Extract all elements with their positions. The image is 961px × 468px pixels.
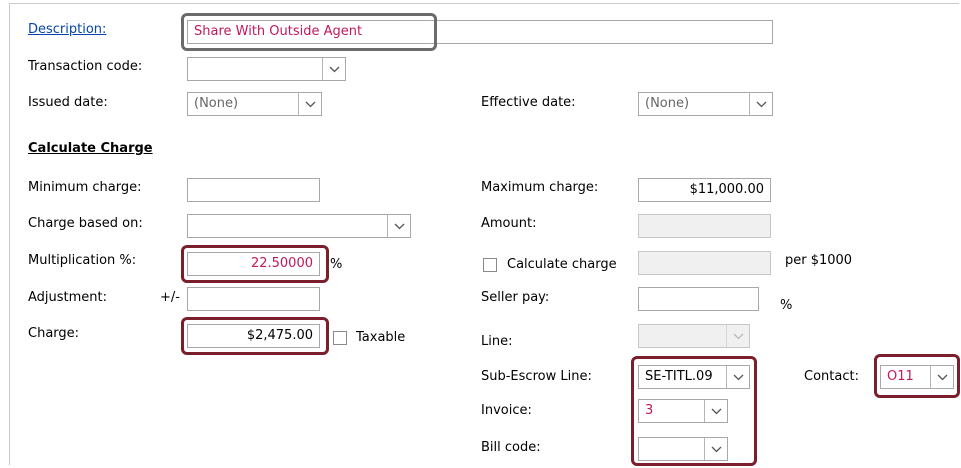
description-link[interactable]: Description:: [28, 22, 106, 38]
seller-pay-label: Seller pay:: [481, 290, 550, 305]
adjustment-input[interactable]: [187, 287, 320, 311]
taxable-checkbox[interactable]: [333, 331, 347, 345]
multiplication-label: Multiplication %:: [28, 253, 137, 268]
effective-date-label: Effective date:: [481, 95, 576, 110]
effective-date-value: (None): [645, 96, 690, 111]
chevron-down-icon[interactable]: [704, 438, 727, 460]
contact-label: Contact:: [804, 369, 859, 384]
transaction-code-combo[interactable]: [187, 57, 346, 81]
sub-escrow-line-label: Sub-Escrow Line:: [481, 369, 592, 384]
seller-pay-percent-suffix: %: [780, 298, 793, 313]
amount-input: [638, 214, 771, 238]
charge-input[interactable]: $2,475.00: [187, 324, 320, 348]
sub-escrow-line-combo[interactable]: SE-TITL.09: [638, 365, 750, 389]
contact-value: O11: [887, 369, 914, 384]
per-thousand-label: per $1000: [785, 253, 853, 268]
description-input[interactable]: Share With Outside Agent: [187, 20, 773, 44]
sub-escrow-line-value: SE-TITL.09: [645, 369, 713, 384]
chevron-down-icon[interactable]: [726, 366, 749, 388]
multiplication-percent-suffix: %: [330, 257, 343, 272]
calculate-charge-section-title: Calculate Charge: [28, 141, 153, 156]
maximum-charge-label: Maximum charge:: [481, 180, 599, 195]
chevron-down-icon[interactable]: [387, 215, 410, 237]
charge-based-on-combo[interactable]: [187, 214, 411, 238]
calculate-charge-label: Calculate charge: [507, 257, 617, 272]
amount-label: Amount:: [481, 216, 537, 231]
bill-code-label: Bill code:: [481, 440, 541, 455]
adjustment-label: Adjustment:: [28, 290, 108, 305]
effective-date-combo[interactable]: (None): [638, 92, 773, 116]
seller-pay-input[interactable]: [638, 287, 759, 311]
invoice-label: Invoice:: [481, 403, 532, 418]
issued-date-value: (None): [194, 96, 239, 111]
invoice-combo[interactable]: 3: [638, 399, 728, 423]
contact-combo[interactable]: O11: [880, 365, 954, 389]
adjustment-sign: +/-: [160, 290, 180, 305]
line-combo: [638, 324, 750, 348]
form-frame: [9, 3, 959, 465]
line-label: Line:: [481, 334, 513, 349]
chevron-down-icon[interactable]: [749, 93, 772, 115]
charge-based-on-label: Charge based on:: [28, 216, 143, 231]
chevron-down-icon[interactable]: [298, 93, 321, 115]
issued-date-label: Issued date:: [28, 95, 108, 110]
issued-date-combo[interactable]: (None): [187, 92, 322, 116]
multiplication-input[interactable]: 22.50000: [187, 252, 320, 276]
invoice-value: 3: [645, 403, 654, 418]
chevron-down-icon: [726, 325, 749, 347]
chevron-down-icon[interactable]: [322, 58, 345, 80]
calculate-charge-checkbox[interactable]: [483, 258, 497, 272]
maximum-charge-input[interactable]: $11,000.00: [638, 178, 771, 202]
charge-label: Charge:: [28, 326, 80, 341]
minimum-charge-label: Minimum charge:: [28, 180, 142, 195]
transaction-code-label: Transaction code:: [28, 59, 143, 74]
calculate-per-input: [638, 251, 771, 275]
chevron-down-icon[interactable]: [930, 366, 953, 388]
bill-code-combo[interactable]: [638, 437, 728, 461]
taxable-label: Taxable: [356, 330, 406, 345]
chevron-down-icon[interactable]: [704, 400, 727, 422]
minimum-charge-input[interactable]: [187, 178, 320, 202]
